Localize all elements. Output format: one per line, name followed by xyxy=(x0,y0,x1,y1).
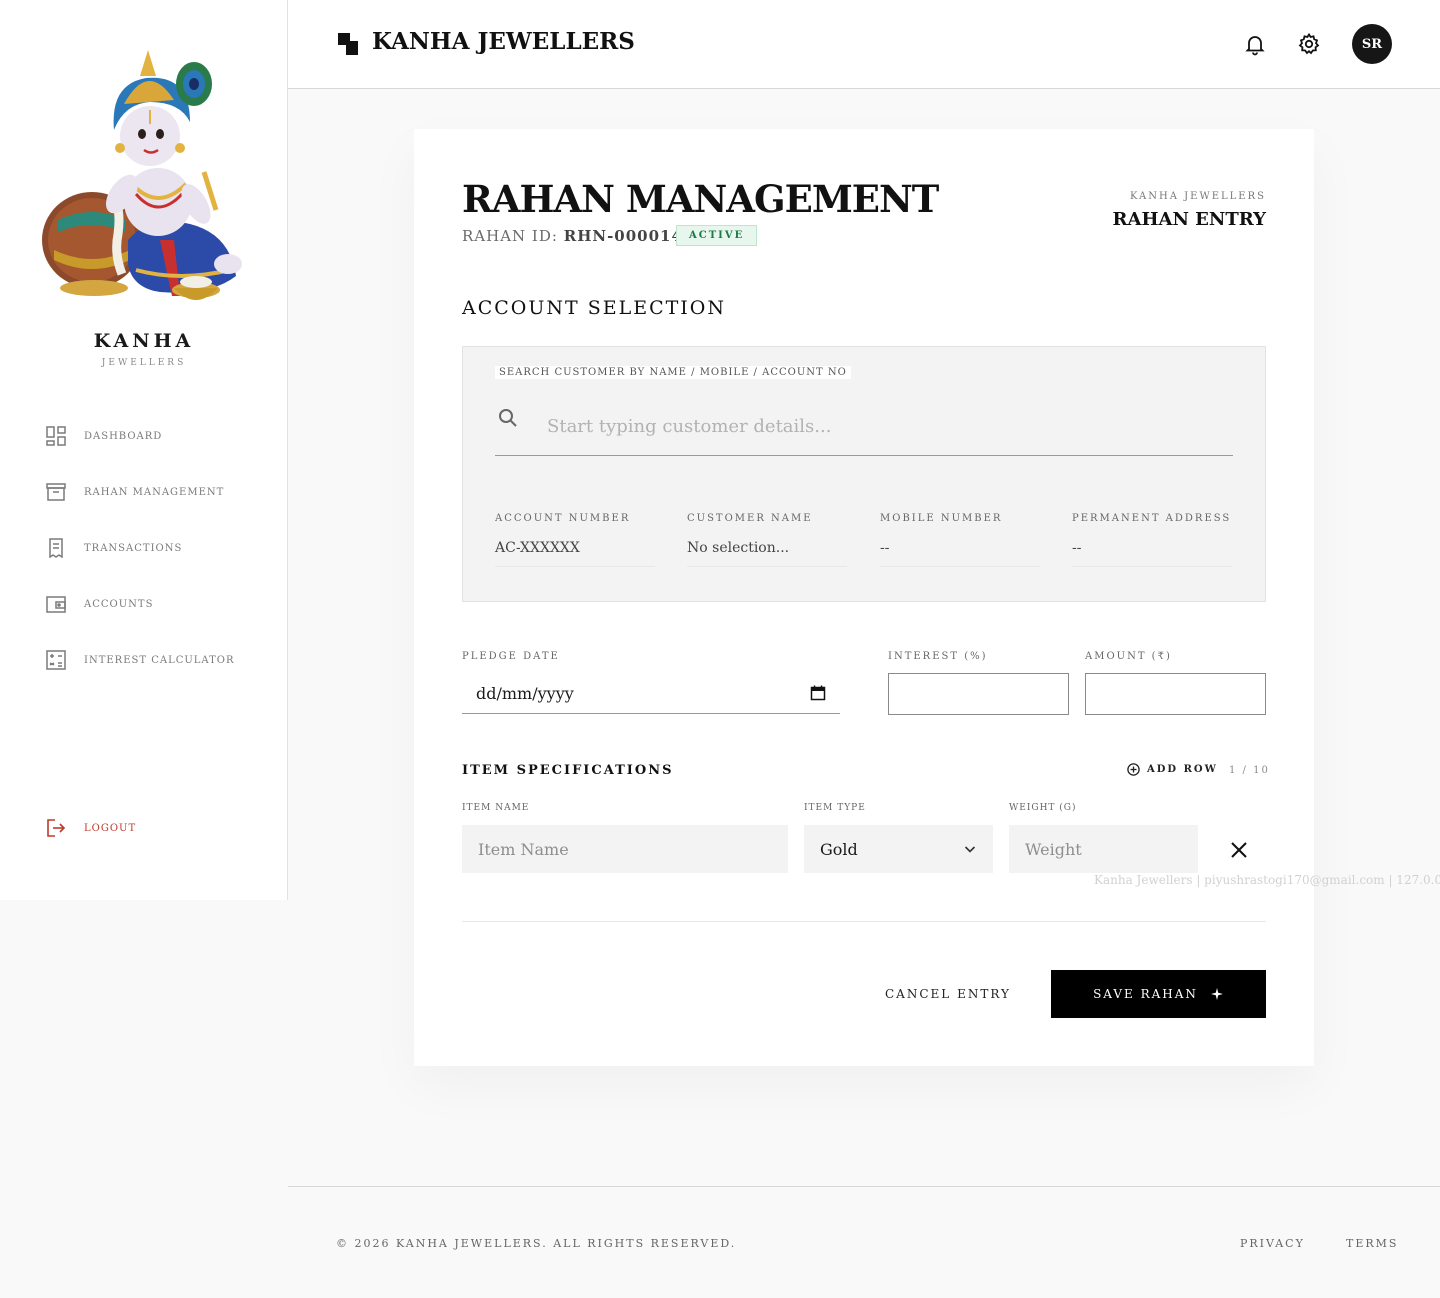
gear-icon[interactable] xyxy=(1297,32,1321,56)
logout-icon xyxy=(47,819,66,837)
customer-name-label: CUSTOMER NAME xyxy=(687,513,813,524)
customer-name-value: No selection... xyxy=(687,540,847,567)
save-rahan-label: SAVE RAHAN xyxy=(1093,987,1198,1001)
permanent-address-label: PERMANENT ADDRESS xyxy=(1072,513,1232,524)
weight-input[interactable]: Weight xyxy=(1009,825,1198,873)
close-icon[interactable] xyxy=(1227,838,1251,862)
logout-label: LOGOUT xyxy=(84,822,137,834)
copyright: © 2026 KANHA JEWELLERS. ALL RIGHTS RESER… xyxy=(336,1237,737,1250)
search-icon xyxy=(499,409,517,427)
dashboard-icon xyxy=(46,426,66,446)
sidebar-item-interest-calculator[interactable]: INTEREST CALCULATOR xyxy=(46,648,235,672)
add-row-label: ADD ROW xyxy=(1147,764,1218,775)
item-specifications-title: ITEM SPECIFICATIONS xyxy=(462,763,674,778)
sidebar-item-accounts[interactable]: ACCOUNTS xyxy=(46,592,153,616)
sidebar-brand-name: KANHA xyxy=(93,330,195,352)
logo-icon xyxy=(338,33,358,55)
account-number-field: ACCOUNT NUMBER AC-XXXXXX xyxy=(495,513,655,567)
customer-search-input[interactable] xyxy=(495,397,1233,456)
notification-bell-icon[interactable] xyxy=(1243,32,1267,56)
item-type-select[interactable]: Gold xyxy=(804,825,993,873)
weight-column-label: WEIGHT (G) xyxy=(1009,803,1077,813)
rahan-id-value: RHN-000014 xyxy=(563,227,683,245)
item-type-column-label: ITEM TYPE xyxy=(804,803,866,813)
calendar-icon[interactable] xyxy=(810,685,826,701)
customer-name-field: CUSTOMER NAME No selection... xyxy=(687,513,847,567)
corner-title: RAHAN ENTRY xyxy=(1112,209,1266,230)
interest-input[interactable] xyxy=(888,673,1069,715)
wallet-icon xyxy=(46,596,66,613)
status-badge: ACTIVE xyxy=(676,225,758,246)
terms-link[interactable]: TERMS xyxy=(1346,1237,1398,1250)
pledge-date-placeholder: dd/mm/yyyy xyxy=(476,683,574,703)
page-title: RAHAN MANAGEMENT xyxy=(462,177,939,221)
permanent-address-field: PERMANENT ADDRESS -- xyxy=(1072,513,1232,567)
sidebar-item-transactions[interactable]: TRANSACTIONS xyxy=(46,536,182,560)
user-avatar[interactable]: SR xyxy=(1352,24,1392,64)
sidebar-item-label: INTEREST CALCULATOR xyxy=(84,654,235,666)
item-type-value: Gold xyxy=(820,839,858,859)
save-rahan-button[interactable]: SAVE RAHAN xyxy=(1051,970,1266,1018)
item-name-column-label: ITEM NAME xyxy=(462,803,530,813)
sparkle-icon xyxy=(1210,988,1223,1000)
sidebar-brand-subtitle: JEWELLERS xyxy=(101,358,187,368)
rahan-id: RAHAN ID: RHN-000014 xyxy=(462,227,683,245)
sidebar-item-label: TRANSACTIONS xyxy=(84,542,183,554)
privacy-link[interactable]: PRIVACY xyxy=(1240,1237,1305,1250)
pledge-date-label: PLEDGE DATE xyxy=(462,651,560,662)
header-title: KANHA JEWELLERS xyxy=(372,28,635,55)
rahan-entry-card: RAHAN MANAGEMENT RAHAN ID: RHN-000014 AC… xyxy=(414,129,1314,1066)
archive-icon xyxy=(46,483,66,501)
krishna-illustration xyxy=(42,50,242,300)
item-name-input[interactable]: Item Name xyxy=(462,825,788,873)
amount-label: AMOUNT (₹) xyxy=(1085,651,1172,662)
add-circle-icon xyxy=(1127,763,1140,776)
sidebar-item-rahan-management[interactable]: RAHAN MANAGEMENT xyxy=(46,480,224,504)
footer: © 2026 KANHA JEWELLERS. ALL RIGHTS RESER… xyxy=(288,1186,1440,1298)
logout-button[interactable]: LOGOUT xyxy=(46,816,136,840)
chevron-down-icon xyxy=(964,846,976,853)
account-number-value: AC-XXXXXX xyxy=(495,540,655,567)
row-count: 1 / 10 xyxy=(1229,765,1270,776)
account-section-title: ACCOUNT SELECTION xyxy=(462,297,727,319)
amount-input[interactable] xyxy=(1085,673,1266,715)
divider xyxy=(462,921,1266,922)
top-header: KANHA JEWELLERS SR xyxy=(288,0,1440,89)
sidebar-item-label: RAHAN MANAGEMENT xyxy=(84,486,225,498)
account-selection-panel: SEARCH CUSTOMER BY NAME / MOBILE / ACCOU… xyxy=(462,346,1266,602)
receipt-icon xyxy=(49,538,63,558)
permanent-address-value: -- xyxy=(1072,540,1232,567)
mobile-number-value: -- xyxy=(880,540,1040,567)
account-number-label: ACCOUNT NUMBER xyxy=(495,513,631,524)
rahan-id-label: RAHAN ID: xyxy=(462,227,558,245)
sidebar-item-label: ACCOUNTS xyxy=(84,598,154,610)
interest-label: INTEREST (%) xyxy=(888,651,988,662)
add-row-button[interactable]: ADD ROW xyxy=(1127,763,1218,776)
search-label: SEARCH CUSTOMER BY NAME / MOBILE / ACCOU… xyxy=(495,366,851,379)
mobile-number-field: MOBILE NUMBER -- xyxy=(880,513,1040,567)
sidebar-item-dashboard[interactable]: DASHBOARD xyxy=(46,424,162,448)
cancel-entry-button[interactable]: CANCEL ENTRY xyxy=(885,987,1011,1001)
mobile-number-label: MOBILE NUMBER xyxy=(880,513,1003,524)
watermark: Kanha Jewellers | piyushrastogi170@gmail… xyxy=(1094,873,1440,887)
sidebar: KANHA JEWELLERS DASHBOARD RAHAN MANAGEME… xyxy=(0,0,288,900)
corner-subtitle: KANHA JEWELLERS xyxy=(1129,191,1266,202)
sidebar-item-label: DASHBOARD xyxy=(84,430,163,442)
pledge-date-input[interactable]: dd/mm/yyyy xyxy=(462,673,840,714)
calculator-icon xyxy=(46,650,66,670)
